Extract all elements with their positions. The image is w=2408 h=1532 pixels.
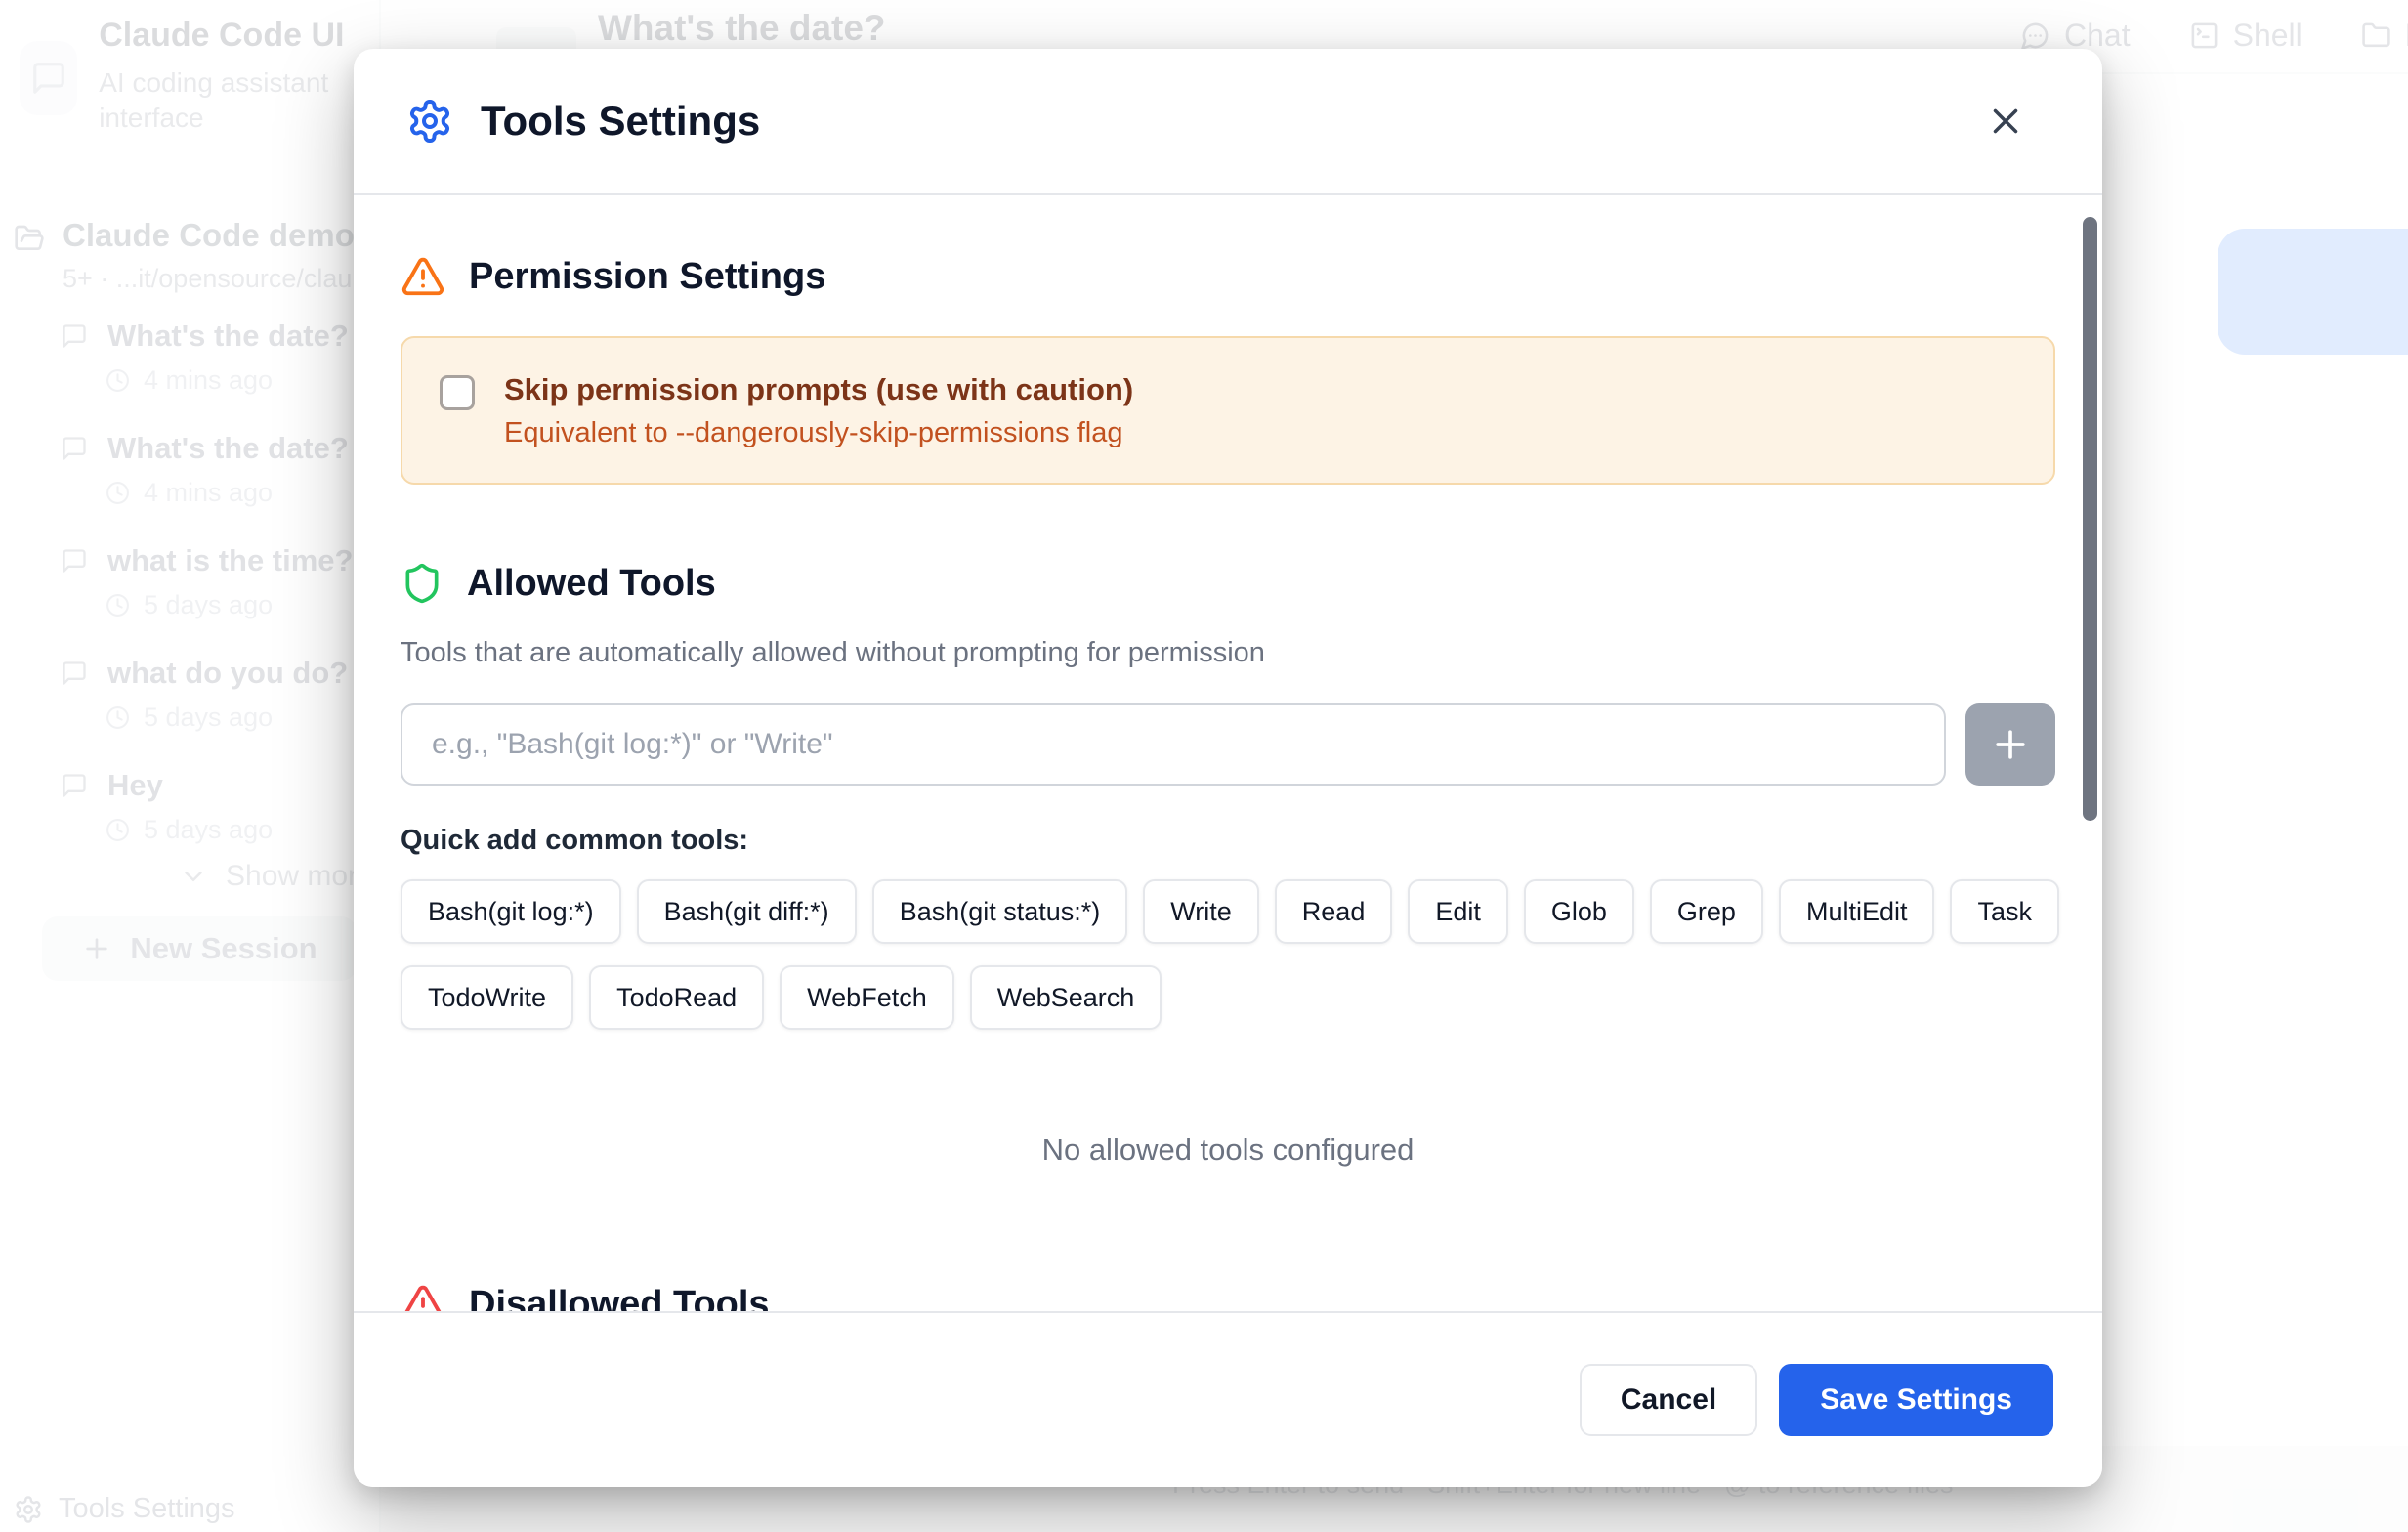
quick-tool-button[interactable]: Glob (1524, 879, 1634, 944)
modal-scrollbar-thumb[interactable] (2083, 217, 2097, 821)
tools-settings-modal: Tools Settings Permission Settings Skip … (354, 49, 2102, 1487)
gear-icon (406, 98, 453, 145)
add-tool-button[interactable] (1965, 703, 2055, 786)
quick-tool-button[interactable]: WebFetch (780, 965, 954, 1030)
skip-permissions-title: Skip permission prompts (use with cautio… (504, 371, 1133, 408)
close-button[interactable] (1985, 101, 2026, 142)
no-allowed-tools-text: No allowed tools configured (401, 1131, 2055, 1169)
permission-settings-heading: Permission Settings (401, 254, 2055, 299)
skip-permissions-alert: Skip permission prompts (use with cautio… (401, 336, 2055, 485)
allowed-tool-input[interactable] (401, 703, 1946, 786)
add-tool-row (401, 703, 2055, 786)
quick-tool-button[interactable]: MultiEdit (1779, 879, 1935, 944)
warning-triangle-icon (401, 254, 445, 299)
modal-header: Tools Settings (354, 49, 2102, 195)
quick-tool-button[interactable]: TodoRead (589, 965, 764, 1030)
quick-tool-button[interactable]: TodoWrite (401, 965, 573, 1030)
allowed-tools-heading: Allowed Tools (401, 561, 2055, 606)
quick-tool-button[interactable]: Bash(git diff:*) (637, 879, 857, 944)
skip-permissions-subtitle: Equivalent to --dangerously-skip-permiss… (504, 416, 1133, 449)
quick-tool-button[interactable]: Bash(git log:*) (401, 879, 621, 944)
modal-body: Permission Settings Skip permission prom… (354, 195, 2102, 1487)
close-icon (1985, 101, 2026, 142)
cancel-button[interactable]: Cancel (1580, 1364, 1757, 1436)
quick-tool-button[interactable]: Write (1143, 879, 1259, 944)
quick-tool-button[interactable]: Grep (1650, 879, 1763, 944)
quick-add-label: Quick add common tools: (401, 823, 2055, 858)
shield-icon (401, 562, 444, 605)
modal-title: Tools Settings (481, 98, 760, 145)
quick-tool-button[interactable]: Bash(git status:*) (872, 879, 1128, 944)
quick-tool-button[interactable]: WebSearch (970, 965, 1162, 1030)
quick-tool-button[interactable]: Task (1950, 879, 2059, 944)
plus-icon (1989, 723, 2032, 766)
quick-tool-button[interactable]: Read (1275, 879, 1393, 944)
modal-footer: Cancel Save Settings (354, 1311, 2102, 1487)
skip-permissions-checkbox[interactable] (440, 375, 475, 410)
save-settings-button[interactable]: Save Settings (1779, 1364, 2053, 1436)
quick-tool-button[interactable]: Edit (1408, 879, 1508, 944)
allowed-tools-description: Tools that are automatically allowed wit… (401, 635, 2055, 670)
quick-tools-row-1: Bash(git log:*) Bash(git diff:*) Bash(gi… (401, 879, 2055, 944)
quick-tools-row-2: TodoWrite TodoRead WebFetch WebSearch (401, 965, 2055, 1030)
